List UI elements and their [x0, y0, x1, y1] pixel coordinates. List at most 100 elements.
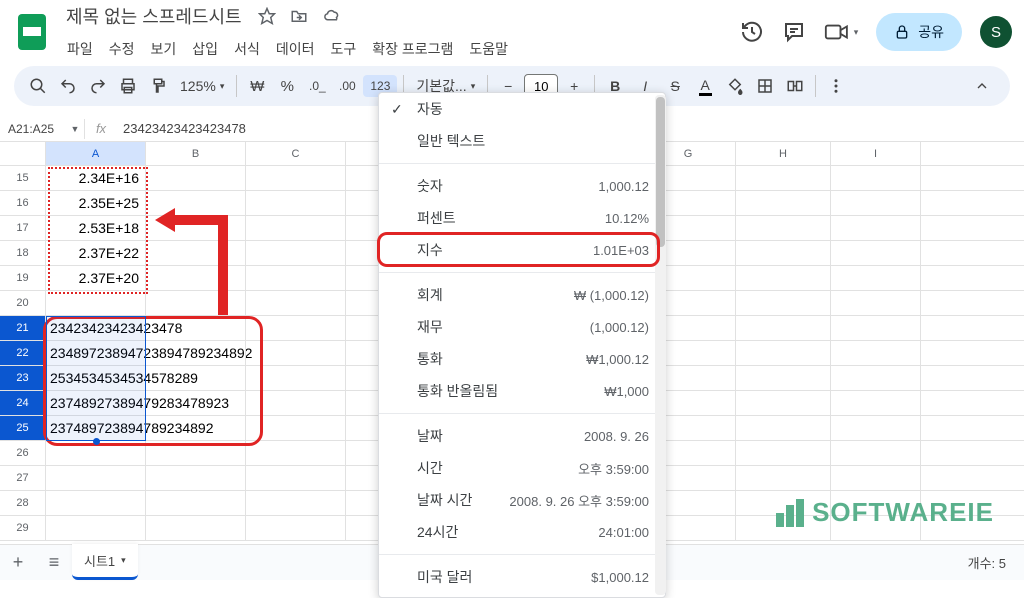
name-box[interactable]: A21:A25 — [0, 122, 66, 136]
cell-A21[interactable]: 234234234234234​78 — [46, 316, 146, 340]
cell-I26[interactable] — [831, 441, 921, 465]
col-header-H[interactable]: H — [736, 142, 831, 165]
cell-B27[interactable] — [146, 466, 246, 490]
sheet-tab-menu-icon[interactable]: ▾ — [121, 555, 126, 566]
decrease-decimal-icon[interactable]: .0_ — [303, 72, 331, 100]
selection-handle[interactable] — [93, 438, 100, 445]
cell-C15[interactable] — [246, 166, 346, 190]
cell-H18[interactable] — [736, 241, 831, 265]
meet-icon[interactable]: ▾ — [824, 20, 858, 44]
cell-I29[interactable] — [831, 516, 921, 540]
cell-B22[interactable] — [146, 341, 246, 365]
format-option[interactable]: ✓자동 — [379, 93, 665, 125]
collapse-toolbar-icon[interactable] — [968, 72, 996, 100]
format-option[interactable]: 24시간24:01:00 — [379, 516, 665, 548]
cell-H16[interactable] — [736, 191, 831, 215]
cell-I24[interactable] — [831, 391, 921, 415]
undo-icon[interactable] — [54, 72, 82, 100]
cell-I21[interactable] — [831, 316, 921, 340]
cell-H26[interactable] — [736, 441, 831, 465]
cell-B19[interactable] — [146, 266, 246, 290]
menu-edit[interactable]: 수정 — [102, 35, 142, 63]
row-header-17[interactable]: 17 — [0, 216, 46, 240]
format-option[interactable]: 날짜 시간2008. 9. 26 오후 3:59:00 — [379, 484, 665, 516]
format-option[interactable]: 미국 달러$1,000.12 — [379, 561, 665, 593]
print-icon[interactable] — [114, 72, 142, 100]
col-header-B[interactable]: B — [146, 142, 246, 165]
cell-C29[interactable] — [246, 516, 346, 540]
fill-color-icon[interactable] — [721, 72, 749, 100]
menu-format[interactable]: 서식 — [227, 35, 267, 63]
text-color-icon[interactable]: A — [691, 72, 719, 100]
row-header-15[interactable]: 15 — [0, 166, 46, 190]
percent-icon[interactable]: % — [273, 72, 301, 100]
cell-H25[interactable] — [736, 416, 831, 440]
cell-I23[interactable] — [831, 366, 921, 390]
cell-A17[interactable]: 2.53E+18 — [46, 216, 146, 240]
menu-help[interactable]: 도움말 — [462, 35, 515, 63]
cell-I27[interactable] — [831, 466, 921, 490]
cell-B25[interactable] — [146, 416, 246, 440]
cell-I20[interactable] — [831, 291, 921, 315]
cell-I19[interactable] — [831, 266, 921, 290]
cell-A28[interactable] — [46, 491, 146, 515]
cell-H21[interactable] — [736, 316, 831, 340]
cell-H28[interactable] — [736, 491, 831, 515]
share-button[interactable]: 공유 — [876, 13, 962, 51]
cell-H22[interactable] — [736, 341, 831, 365]
all-sheets-button[interactable]: ≡ — [36, 552, 72, 573]
cell-I18[interactable] — [831, 241, 921, 265]
cell-A29[interactable] — [46, 516, 146, 540]
cloud-icon[interactable] — [322, 7, 342, 25]
col-header-I[interactable]: I — [831, 142, 921, 165]
format-option[interactable]: 퍼센트10.12% — [379, 202, 665, 234]
cell-A27[interactable] — [46, 466, 146, 490]
sheets-logo[interactable] — [12, 12, 52, 52]
cell-I15[interactable] — [831, 166, 921, 190]
cell-B15[interactable] — [146, 166, 246, 190]
increase-decimal-icon[interactable]: .00 — [333, 72, 361, 100]
currency-icon[interactable]: ₩ — [243, 72, 271, 100]
row-header-20[interactable]: 20 — [0, 291, 46, 315]
cell-I16[interactable] — [831, 191, 921, 215]
row-header-23[interactable]: 23 — [0, 366, 46, 390]
row-header-25[interactable]: 25 — [0, 416, 46, 440]
format-option[interactable]: 통화 반올림됨₩1,000 — [379, 375, 665, 407]
cell-B20[interactable] — [146, 291, 246, 315]
row-header-18[interactable]: 18 — [0, 241, 46, 265]
format-option[interactable]: 일반 텍스트 — [379, 125, 665, 157]
format-option[interactable]: 재무(1,000.12) — [379, 311, 665, 343]
sheet-tab-active[interactable]: 시트1 ▾ — [72, 544, 138, 580]
cell-H23[interactable] — [736, 366, 831, 390]
cell-A20[interactable] — [46, 291, 146, 315]
cell-B26[interactable] — [146, 441, 246, 465]
row-header-16[interactable]: 16 — [0, 191, 46, 215]
row-header-28[interactable]: 28 — [0, 491, 46, 515]
cell-B18[interactable] — [146, 241, 246, 265]
row-header-22[interactable]: 22 — [0, 341, 46, 365]
cell-H19[interactable] — [736, 266, 831, 290]
cell-A23[interactable]: 253453453453​4578289 — [46, 366, 146, 390]
menu-view[interactable]: 보기 — [144, 35, 184, 63]
cell-B21[interactable] — [146, 316, 246, 340]
merge-icon[interactable] — [781, 72, 809, 100]
cell-H17[interactable] — [736, 216, 831, 240]
redo-icon[interactable] — [84, 72, 112, 100]
cell-A24[interactable]: 237489273894​792834789​23 — [46, 391, 146, 415]
comment-icon[interactable] — [782, 20, 806, 44]
add-sheet-button[interactable]: + — [0, 552, 36, 573]
menu-file[interactable]: 파일 — [60, 35, 100, 63]
format-option[interactable]: 숫자1,000.12 — [379, 170, 665, 202]
row-header-21[interactable]: 21 — [0, 316, 46, 340]
col-header-A[interactable]: A — [46, 142, 146, 165]
cell-I28[interactable] — [831, 491, 921, 515]
history-icon[interactable] — [740, 20, 764, 44]
name-box-dropdown-icon[interactable]: ▼ — [66, 124, 84, 134]
cell-B23[interactable] — [146, 366, 246, 390]
doc-title[interactable]: 제목 없는 스프레드시트 — [60, 1, 248, 31]
formula-value[interactable]: 234234234234234​78 — [117, 121, 252, 136]
cell-C16[interactable] — [246, 191, 346, 215]
format-option[interactable]: 회계₩ (1,000.12) — [379, 279, 665, 311]
cell-A15[interactable]: 2.34E+16 — [46, 166, 146, 190]
cell-I17[interactable] — [831, 216, 921, 240]
